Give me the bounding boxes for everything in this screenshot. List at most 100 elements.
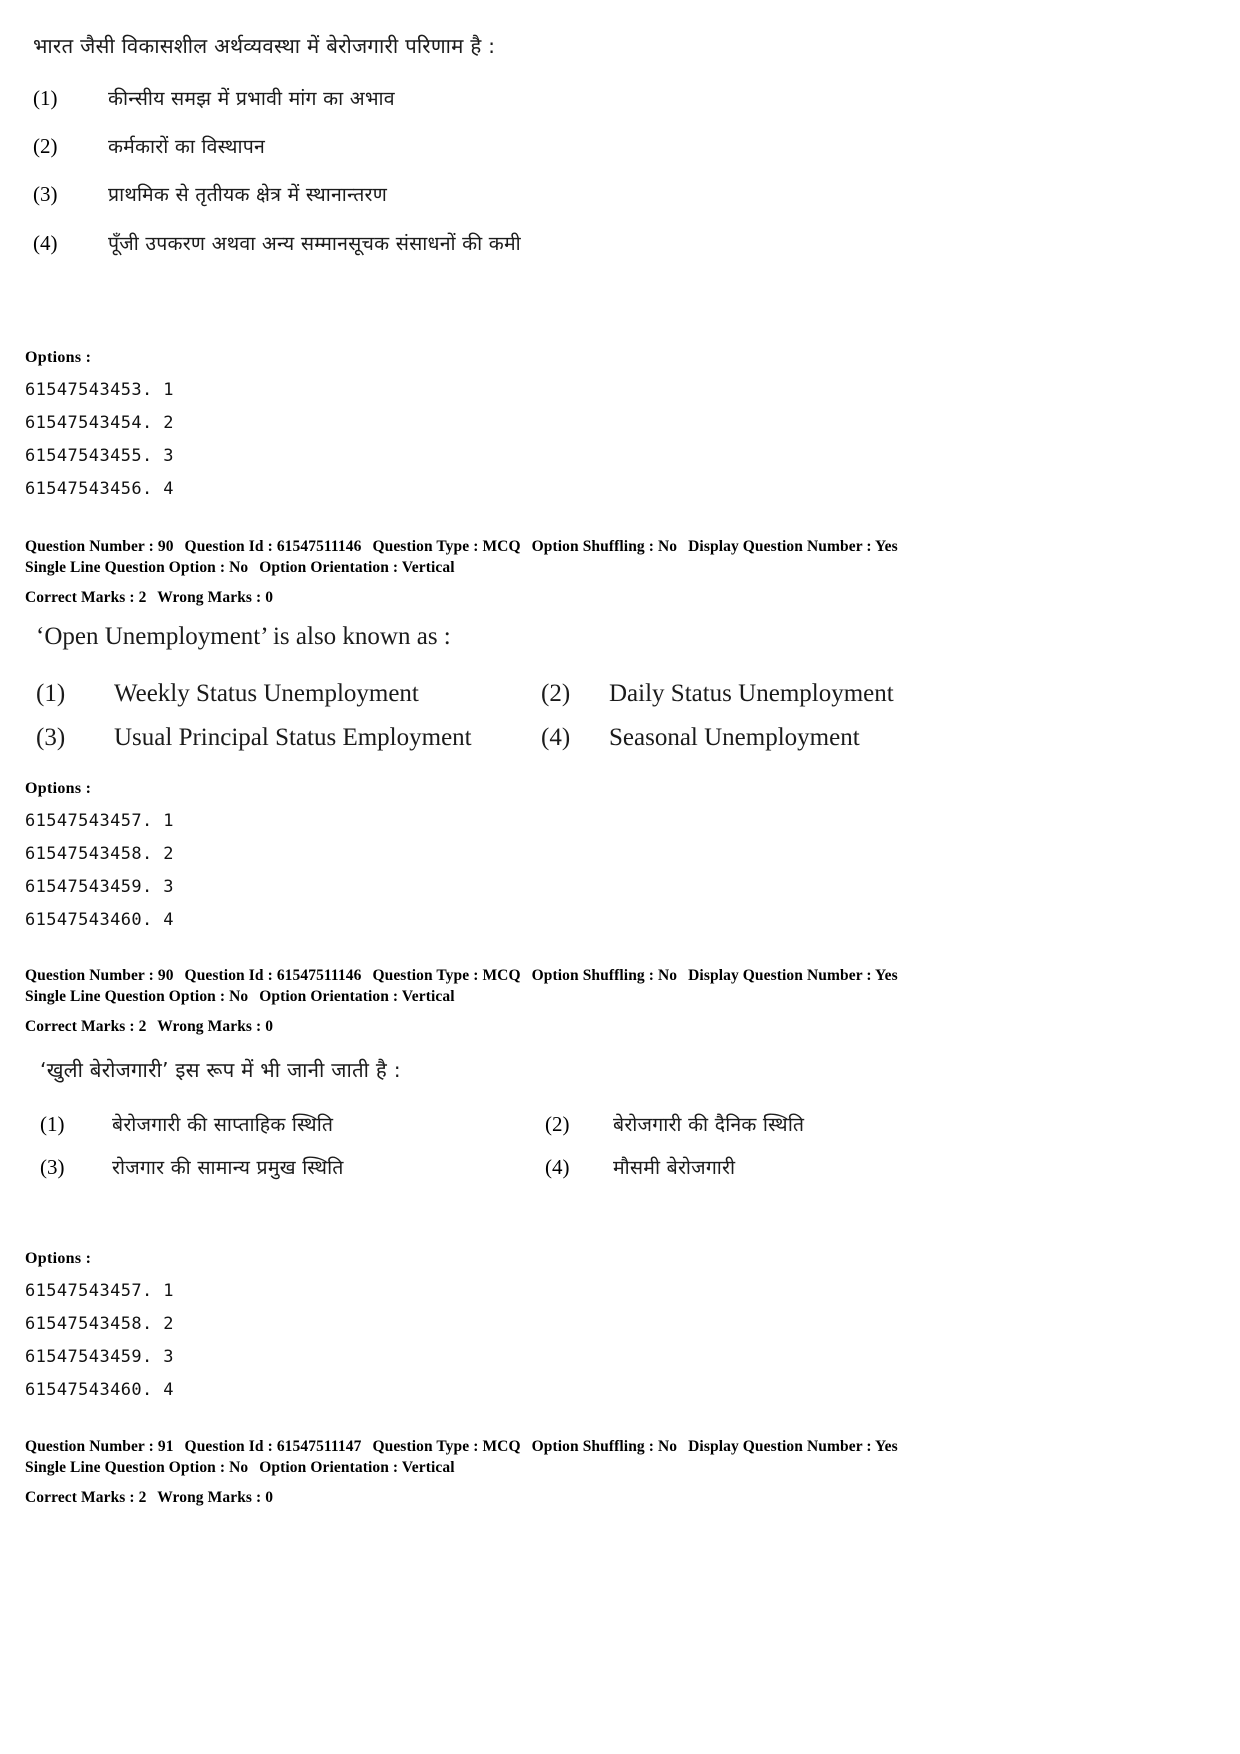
options-list: (1) कीन्सीय समझ में प्रभावी मांग का अभाव… bbox=[33, 86, 1153, 257]
option-row[interactable]: (2) Daily Status Unemployment bbox=[541, 679, 894, 709]
correct-marks-label: Correct Marks : bbox=[25, 1017, 135, 1035]
option-id: 61547543456. 4 bbox=[25, 479, 174, 500]
wrong-marks-value: 0 bbox=[265, 1017, 274, 1035]
question-number-label: Question Number : bbox=[25, 538, 154, 555]
metadata-line-2: Single Line Question Option : No Option … bbox=[25, 558, 898, 579]
option-text: मौसमी बेरोजगारी bbox=[613, 1156, 736, 1179]
option-number: (2) bbox=[545, 1111, 570, 1136]
metadata-line-1: Question Number : 91 Question Id : 61547… bbox=[25, 1437, 898, 1458]
option-id: 61547543454. 2 bbox=[25, 413, 174, 434]
question-type-label: Question Type : bbox=[372, 538, 479, 555]
options-label: Options : bbox=[25, 1250, 92, 1267]
correct-marks-value: 2 bbox=[138, 1017, 147, 1035]
option-id: 61547543459. 3 bbox=[25, 877, 174, 898]
question-number-label: Question Number : bbox=[25, 967, 154, 984]
display-question-number-value: Yes bbox=[875, 538, 898, 555]
option-text: Seasonal Unemployment bbox=[609, 724, 860, 751]
option-row[interactable]: (1) Weekly Status Unemployment bbox=[36, 679, 541, 709]
question-type-value: MCQ bbox=[482, 538, 521, 555]
question-number-label: Question Number : bbox=[25, 1438, 154, 1455]
option-orientation-label: Option Orientation : bbox=[259, 1458, 399, 1476]
option-row[interactable]: (2) कर्मकारों का विस्थापन bbox=[33, 134, 1153, 159]
option-text: प्राथमिक से तृतीयक क्षेत्र में स्थानान्त… bbox=[108, 183, 388, 207]
option-row[interactable]: (2) बेरोजगारी की दैनिक स्थिति bbox=[545, 1112, 804, 1137]
option-row[interactable]: (4) मौसमी बेरोजगारी bbox=[545, 1155, 735, 1180]
metadata-line-3: Correct Marks : 2 Wrong Marks : 0 bbox=[25, 588, 898, 609]
display-question-number-value: Yes bbox=[875, 1438, 898, 1455]
question-block-english: ‘Open Unemployment’ is also known as : (… bbox=[36, 622, 1166, 753]
options-label: Options : bbox=[25, 780, 92, 797]
option-shuffling-label: Option Shuffling : bbox=[531, 967, 655, 984]
question-stem: भारत जैसी विकासशील अर्थव्यवस्था में बेरो… bbox=[33, 34, 496, 58]
question-number-value: 90 bbox=[157, 538, 174, 555]
question-block-hindi-2: ‘खुली बेरोजगारी’ इस रूप में भी जानी जाती… bbox=[40, 1058, 1170, 1180]
option-shuffling-label: Option Shuffling : bbox=[531, 1438, 655, 1455]
option-id: 61547543457. 1 bbox=[25, 1281, 174, 1301]
option-text: पूँजी उपकरण अथवा अन्य सम्मानसूचक संसाधनो… bbox=[108, 231, 521, 255]
question-stem: ‘खुली बेरोजगारी’ इस रूप में भी जानी जाती… bbox=[40, 1058, 401, 1082]
options-row-pair: (3) Usual Principal Status Employment (4… bbox=[36, 723, 1166, 753]
option-text: Usual Principal Status Employment bbox=[114, 724, 472, 751]
option-row[interactable]: (4) पूँजी उपकरण अथवा अन्य सम्मानसूचक संस… bbox=[33, 231, 1153, 256]
single-line-question-option-label: Single Line Question Option : bbox=[25, 1458, 226, 1476]
option-ids-block-2: Options : 61547543457. 1 61547543458. 2 … bbox=[25, 780, 174, 938]
option-number: (4) bbox=[541, 724, 571, 751]
option-id: 61547543457. 1 bbox=[25, 811, 174, 831]
options-label: Options : bbox=[25, 349, 92, 366]
option-id: 61547543458. 2 bbox=[25, 844, 174, 865]
option-row[interactable]: (3) रोजगार की सामान्य प्रमुख स्थिति bbox=[40, 1155, 545, 1180]
correct-marks-label: Correct Marks : bbox=[25, 1488, 135, 1506]
wrong-marks-value: 0 bbox=[265, 588, 274, 606]
option-row[interactable]: (3) Usual Principal Status Employment bbox=[36, 723, 541, 753]
option-id: 61547543460. 4 bbox=[25, 910, 174, 931]
option-row[interactable]: (4) Seasonal Unemployment bbox=[541, 723, 860, 753]
question-metadata-2: Question Number : 90 Question Id : 61547… bbox=[25, 966, 898, 1038]
option-number: (1) bbox=[36, 680, 66, 707]
option-text: बेरोजगारी की दैनिक स्थिति bbox=[613, 1112, 805, 1136]
metadata-line-1: Question Number : 90 Question Id : 61547… bbox=[25, 966, 898, 987]
option-row[interactable]: (1) बेरोजगारी की साप्ताहिक स्थिति bbox=[40, 1112, 545, 1137]
option-id: 61547543453. 1 bbox=[25, 380, 174, 400]
options-list: (1) Weekly Status Unemployment (2) Daily… bbox=[36, 679, 1166, 753]
question-type-value: MCQ bbox=[482, 967, 521, 984]
option-orientation-label: Option Orientation : bbox=[259, 558, 399, 576]
metadata-line-2: Single Line Question Option : No Option … bbox=[25, 987, 898, 1008]
option-text: रोजगार की सामान्य प्रमुख स्थिति bbox=[112, 1156, 344, 1179]
question-id-value: 61547511146 bbox=[276, 967, 362, 984]
question-number-value: 91 bbox=[157, 1438, 174, 1455]
option-text: Weekly Status Unemployment bbox=[114, 680, 419, 707]
question-metadata-3: Question Number : 91 Question Id : 61547… bbox=[25, 1437, 898, 1509]
single-line-question-option-label: Single Line Question Option : bbox=[25, 987, 226, 1005]
option-number: (3) bbox=[33, 182, 58, 207]
options-list: (1) बेरोजगारी की साप्ताहिक स्थिति (2) बे… bbox=[40, 1112, 1170, 1181]
option-orientation-value: Vertical bbox=[401, 558, 455, 576]
wrong-marks-label: Wrong Marks : bbox=[157, 1488, 262, 1506]
option-number: (3) bbox=[36, 724, 66, 751]
question-type-value: MCQ bbox=[482, 1438, 521, 1455]
option-number: (3) bbox=[40, 1155, 65, 1179]
correct-marks-label: Correct Marks : bbox=[25, 588, 135, 606]
option-text: Daily Status Unemployment bbox=[609, 680, 894, 707]
option-row[interactable]: (3) प्राथमिक से तृतीयक क्षेत्र में स्थान… bbox=[33, 182, 1153, 207]
correct-marks-value: 2 bbox=[138, 1488, 147, 1506]
option-text: बेरोजगारी की साप्ताहिक स्थिति bbox=[112, 1112, 334, 1136]
option-row[interactable]: (1) कीन्सीय समझ में प्रभावी मांग का अभाव bbox=[33, 86, 1153, 111]
question-stem: ‘Open Unemployment’ is also known as : bbox=[36, 623, 451, 650]
option-shuffling-value: No bbox=[658, 538, 678, 555]
option-orientation-value: Vertical bbox=[401, 1458, 455, 1476]
display-question-number-value: Yes bbox=[875, 967, 898, 984]
options-row-pair: (1) बेरोजगारी की साप्ताहिक स्थिति (2) बे… bbox=[40, 1112, 1170, 1137]
option-id: 61547543460. 4 bbox=[25, 1380, 174, 1401]
option-orientation-value: Vertical bbox=[401, 987, 455, 1005]
option-shuffling-value: No bbox=[658, 967, 678, 984]
option-text: कीन्सीय समझ में प्रभावी मांग का अभाव bbox=[108, 86, 395, 110]
option-shuffling-label: Option Shuffling : bbox=[531, 538, 655, 555]
question-number-value: 90 bbox=[157, 967, 174, 984]
display-question-number-label: Display Question Number : bbox=[688, 538, 872, 555]
metadata-line-3: Correct Marks : 2 Wrong Marks : 0 bbox=[25, 1017, 898, 1038]
option-number: (2) bbox=[541, 680, 571, 707]
single-line-question-option-value: No bbox=[229, 1458, 249, 1476]
metadata-line-2: Single Line Question Option : No Option … bbox=[25, 1458, 898, 1479]
single-line-question-option-label: Single Line Question Option : bbox=[25, 558, 226, 576]
option-number: (1) bbox=[40, 1111, 65, 1136]
